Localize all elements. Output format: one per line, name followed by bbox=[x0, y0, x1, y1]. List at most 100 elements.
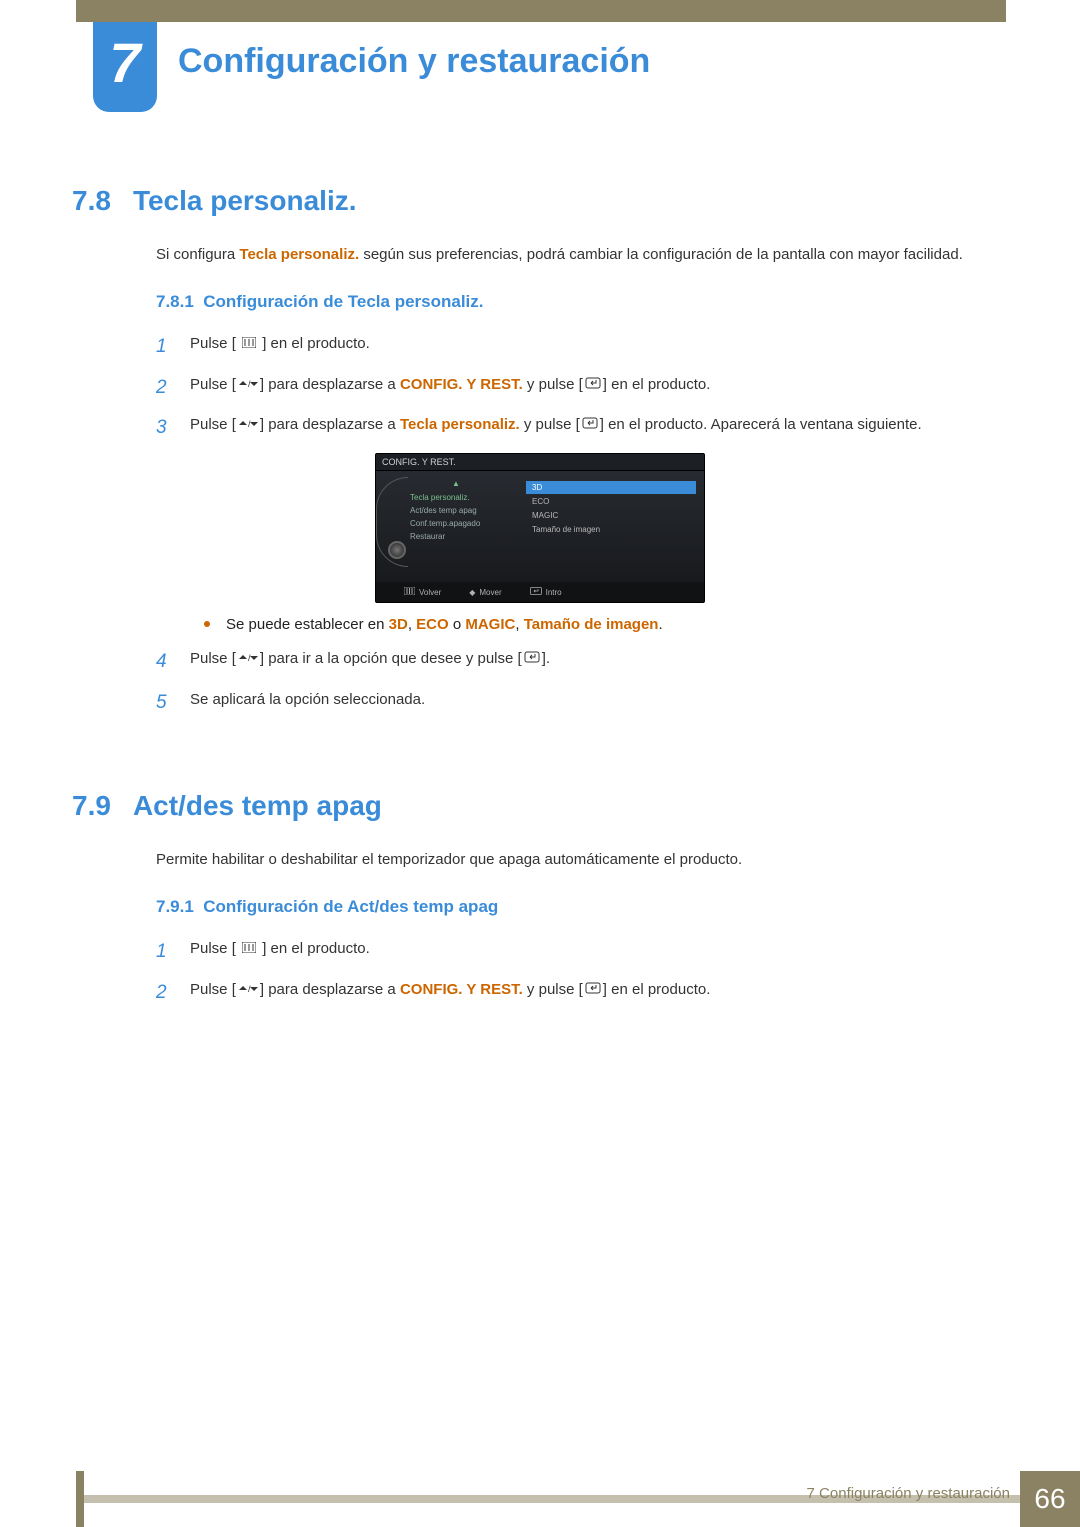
subsection-7-8-1-heading: 7.8.1 Configuración de Tecla personaliz. bbox=[156, 292, 1008, 312]
text: Pulse [ bbox=[190, 981, 236, 998]
step-text: Pulse [/] para ir a la opción que desee … bbox=[190, 647, 1008, 671]
step-5: 5 Se aplicará la opción seleccionada. bbox=[156, 688, 1008, 718]
section-number: 7.9 bbox=[72, 790, 111, 822]
text: , bbox=[515, 616, 523, 633]
osd-footer-label: Intro bbox=[546, 588, 562, 597]
highlight-config-y-rest: CONFIG. Y REST. bbox=[400, 981, 523, 998]
bullet-icon bbox=[204, 621, 210, 627]
chapter-number-box: 7 bbox=[93, 22, 157, 112]
osd-footer-move: ◆ Mover bbox=[469, 588, 501, 597]
osd-right-item: ECO bbox=[526, 495, 696, 508]
osd-title: CONFIG. Y REST. bbox=[376, 454, 704, 471]
step-3: 3 Pulse [ / ] para desplazarse a Tecla per… bbox=[156, 413, 1008, 443]
enter-icon bbox=[524, 647, 540, 671]
text: . bbox=[658, 616, 662, 633]
enter-icon bbox=[585, 373, 601, 397]
svg-text:/: / bbox=[248, 379, 251, 389]
up-down-icon: / bbox=[238, 373, 258, 397]
section-7-8-intro: Si configura Tecla personaliz. según sus… bbox=[156, 243, 1008, 266]
step-1: 1 Pulse [ ] en el producto. bbox=[156, 937, 1008, 967]
highlight-3d: 3D bbox=[389, 616, 408, 633]
enter-icon bbox=[530, 587, 542, 597]
bullet-text: Se puede establecer en 3D, ECO o MAGIC, … bbox=[226, 613, 663, 637]
step-1: 1 Pulse [ ] en el producto. bbox=[156, 332, 1008, 362]
up-down-icon: / bbox=[238, 413, 258, 437]
up-down-icon: / bbox=[238, 647, 258, 671]
subsection-number: 7.9.1 bbox=[156, 897, 194, 916]
osd-left-item-selected: Tecla personaliz. bbox=[410, 491, 522, 504]
bullet-note: Se puede establecer en 3D, ECO o MAGIC, … bbox=[204, 613, 1008, 637]
osd-right-item: Tamaño de imagen bbox=[526, 523, 696, 536]
page-number: 66 bbox=[1020, 1471, 1080, 1527]
highlight-magic: MAGIC bbox=[465, 616, 515, 633]
highlight-tecla-personaliz: Tecla personaliz. bbox=[400, 416, 520, 433]
step-number: 1 bbox=[156, 332, 174, 362]
osd-footer-label: Mover bbox=[479, 588, 501, 597]
text: Pulse [ bbox=[190, 335, 240, 352]
text: ] en el producto. bbox=[258, 335, 370, 352]
osd-left-menu: ▲ Tecla personaliz. Act/des temp apag Co… bbox=[376, 471, 526, 581]
highlight-config-y-rest: CONFIG. Y REST. bbox=[400, 376, 523, 393]
up-down-icon: / bbox=[238, 978, 258, 1002]
osd-footer-label: Volver bbox=[419, 588, 441, 597]
osd-footer-enter: Intro bbox=[530, 587, 562, 597]
text: Si configura bbox=[156, 246, 239, 263]
footer-vertical-accent bbox=[76, 1471, 84, 1527]
subsection-title: Configuración de Tecla personaliz. bbox=[203, 292, 483, 311]
step-number: 4 bbox=[156, 647, 174, 677]
move-icon: ◆ bbox=[469, 588, 475, 597]
step-number: 5 bbox=[156, 688, 174, 718]
osd-footer-back: Volver bbox=[404, 587, 441, 597]
text: Pulse [ bbox=[190, 376, 236, 393]
step-text: Pulse [/] para desplazarse a CONFIG. Y R… bbox=[190, 978, 1008, 1002]
chapter-number: 7 bbox=[109, 30, 140, 95]
text: y pulse [ bbox=[523, 376, 583, 393]
svg-text:/: / bbox=[248, 419, 251, 429]
section-number: 7.8 bbox=[72, 185, 111, 217]
text: o bbox=[449, 616, 466, 633]
text: ] para ir a la opción que desee y pulse … bbox=[260, 650, 522, 667]
section-7-9-intro: Permite habilitar o deshabilitar el temp… bbox=[156, 848, 1008, 871]
text: ] en el producto. bbox=[603, 376, 711, 393]
highlight-eco: ECO bbox=[416, 616, 449, 633]
section-7-8-heading: 7.8 Tecla personaliz. bbox=[72, 185, 1008, 217]
enter-icon bbox=[585, 978, 601, 1002]
step-number: 2 bbox=[156, 373, 174, 403]
text: Pulse [ bbox=[190, 416, 236, 433]
step-2: 2 Pulse [ / ] para desplazarse a CONFIG. Y… bbox=[156, 373, 1008, 403]
step-number: 1 bbox=[156, 937, 174, 967]
osd-screenshot: CONFIG. Y REST. ▲ Tecla personaliz. Act/… bbox=[375, 453, 705, 603]
text: ] para desplazarse a bbox=[260, 376, 400, 393]
text: y pulse [ bbox=[523, 981, 583, 998]
step-text: Pulse [ / ] para desplazarse a Tecla perso… bbox=[190, 413, 1008, 437]
step-number: 3 bbox=[156, 413, 174, 443]
osd-left-item: Restaurar bbox=[410, 530, 522, 543]
text: , bbox=[408, 616, 416, 633]
text: ] en el producto. Aparecerá la ventana s… bbox=[600, 416, 922, 433]
text: ]. bbox=[542, 650, 550, 667]
page-footer: 7 Configuración y restauración 66 bbox=[0, 1471, 1080, 1527]
step-text: Pulse [ ] en el producto. bbox=[190, 937, 1008, 961]
text: ] para desplazarse a bbox=[260, 981, 400, 998]
step-text: Se aplicará la opción seleccionada. bbox=[190, 688, 1008, 712]
osd-right-item-highlighted: 3D bbox=[526, 481, 696, 494]
section-title: Tecla personaliz. bbox=[133, 185, 357, 217]
text: ] en el producto. bbox=[258, 940, 370, 957]
section-title: Act/des temp apag bbox=[133, 790, 382, 822]
text: Pulse [ bbox=[190, 940, 240, 957]
section-7-9-heading: 7.9 Act/des temp apag bbox=[72, 790, 1008, 822]
text: y pulse [ bbox=[520, 416, 580, 433]
highlight-tamano-imagen: Tamaño de imagen bbox=[524, 616, 659, 633]
osd-footer: Volver ◆ Mover Intro bbox=[376, 582, 704, 602]
menu-icon bbox=[242, 332, 256, 356]
text: Pulse [ bbox=[190, 650, 236, 667]
text: ] en el producto. bbox=[603, 981, 711, 998]
menu-icon bbox=[242, 937, 256, 961]
subsection-title: Configuración de Act/des temp apag bbox=[203, 897, 498, 916]
osd-left-item: Conf.temp.apagado bbox=[410, 517, 522, 530]
highlight-tecla-personaliz: Tecla personaliz. bbox=[239, 246, 359, 263]
text: ] para desplazarse a bbox=[260, 416, 400, 433]
subsection-7-9-1-heading: 7.9.1 Configuración de Act/des temp apag bbox=[156, 897, 1008, 917]
step-text: Pulse [ ] en el producto. bbox=[190, 332, 1008, 356]
text: Se puede establecer en bbox=[226, 616, 389, 633]
